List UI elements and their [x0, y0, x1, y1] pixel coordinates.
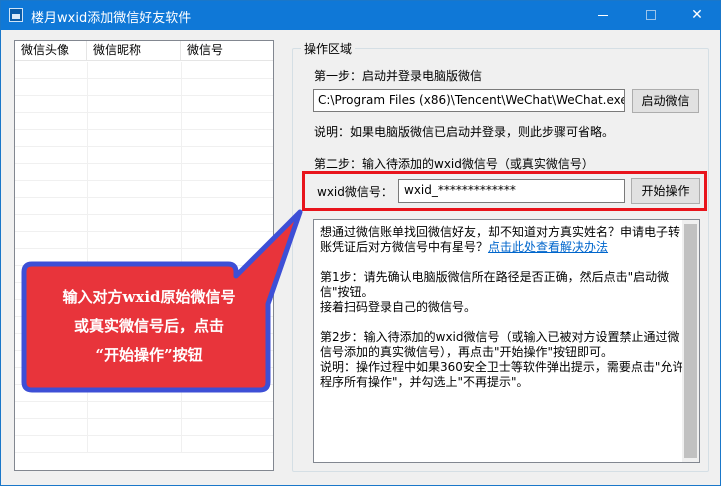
column-divider: [87, 266, 88, 283]
list-row[interactable]: [15, 181, 273, 198]
instructions-box[interactable]: 想通过微信账单找回微信好友，却不知道对方真实姓名？申请电子转账凭证后对方微信号中…: [313, 219, 700, 463]
minimize-button[interactable]: [580, 1, 626, 30]
list-row[interactable]: [15, 385, 273, 402]
callout-text: 输入对方wxid原始微信号 或真实微信号后，点击 “开始操作”按钮: [30, 283, 268, 370]
step1-instruction: 第1步：请先确认电脑版微信所在路径是否正确，然后点击"启动微信"按钮。: [320, 270, 670, 299]
column-header-nickname[interactable]: 微信昵称: [87, 41, 181, 61]
list-row[interactable]: [15, 419, 273, 436]
column-divider: [87, 249, 88, 266]
minimize-icon: [598, 14, 608, 16]
column-divider: [87, 402, 88, 419]
operation-group-title: 操作区域: [301, 40, 356, 57]
friend-list[interactable]: 微信头像 微信昵称 微信号: [14, 40, 274, 471]
maximize-icon: [646, 10, 656, 20]
list-row[interactable]: [15, 198, 273, 215]
column-divider: [181, 385, 182, 402]
column-divider: [87, 232, 88, 249]
column-divider: [87, 147, 88, 164]
column-divider: [181, 232, 182, 249]
column-divider: [181, 96, 182, 113]
column-divider: [181, 266, 182, 283]
app-icon: [9, 8, 23, 22]
column-divider: [87, 96, 88, 113]
column-divider: [181, 181, 182, 198]
list-row[interactable]: [15, 79, 273, 96]
list-row[interactable]: [15, 368, 273, 385]
column-divider: [181, 402, 182, 419]
step2-label: 第二步：输入待添加的wxid微信号（或真实微信号）: [314, 157, 594, 171]
column-divider: [87, 181, 88, 198]
app-window: 楼月wxid添加微信好友软件 ✕ 微信头像 微信昵称 微信号 操作区域 第一步：…: [0, 0, 721, 486]
column-divider: [181, 62, 182, 79]
step2-instruction: 第2步：输入待添加的wxid微信号（或输入已被对方设置禁止通过微信号添加的真实微…: [320, 330, 680, 359]
column-divider: [181, 368, 182, 385]
list-body[interactable]: [15, 62, 273, 470]
list-row[interactable]: [15, 164, 273, 181]
list-header: 微信头像 微信昵称 微信号: [15, 41, 273, 61]
column-divider: [181, 147, 182, 164]
list-row[interactable]: [15, 402, 273, 419]
callout-line-3: “开始操作”按钮: [95, 346, 203, 364]
column-divider: [181, 198, 182, 215]
callout-line-1: 输入对方wxid原始微信号: [62, 288, 236, 306]
column-divider: [87, 79, 88, 96]
column-divider: [87, 164, 88, 181]
scroll-thumb[interactable]: [684, 224, 697, 458]
step1-label: 第一步：启动并登录电脑版微信: [314, 69, 483, 83]
column-divider: [181, 419, 182, 436]
wxid-input[interactable]: wxid_*************: [398, 179, 625, 203]
list-row[interactable]: [15, 436, 273, 453]
column-divider: [181, 249, 182, 266]
list-row[interactable]: [15, 215, 273, 232]
column-divider: [181, 164, 182, 181]
start-operation-button[interactable]: 开始操作: [631, 178, 700, 204]
column-divider: [87, 436, 88, 453]
launch-wechat-button[interactable]: 启动微信: [632, 89, 699, 113]
window-title: 楼月wxid添加微信好友软件: [31, 11, 192, 26]
note-label: 说明：如果电脑版微信已启动并登录，则此步骤可省略。: [314, 125, 615, 139]
security-note: 说明：操作过程中如果360安全卫士等软件弹出提示，需要点击"允许程序所有操作"，…: [320, 360, 685, 389]
callout-line-2: 或真实微信号后，点击: [73, 317, 224, 335]
wxid-label: wxid微信号：: [317, 185, 393, 199]
step1-login-instruction: 接着扫码登录自己的微信号。: [320, 300, 477, 314]
column-divider: [87, 113, 88, 130]
wechat-path-field[interactable]: C:\Program Files (x86)\Tencent\WeChat\We…: [313, 89, 625, 112]
column-divider: [87, 215, 88, 232]
list-row[interactable]: [15, 266, 273, 283]
column-divider: [181, 130, 182, 147]
column-divider: [87, 368, 88, 385]
solution-link[interactable]: 点击此处查看解决办法: [488, 240, 608, 254]
title-bar[interactable]: 楼月wxid添加微信好友软件 ✕: [1, 1, 720, 30]
maximize-button: [628, 1, 674, 30]
column-header-avatar[interactable]: 微信头像: [15, 41, 87, 61]
column-divider: [181, 113, 182, 130]
column-divider: [181, 215, 182, 232]
list-row[interactable]: [15, 62, 273, 79]
instructions-scrollbar[interactable]: [682, 220, 699, 462]
column-header-wechat-id[interactable]: 微信号: [181, 41, 273, 61]
list-row[interactable]: [15, 130, 273, 147]
list-row[interactable]: [15, 113, 273, 130]
column-divider: [87, 385, 88, 402]
list-row[interactable]: [15, 249, 273, 266]
column-divider: [87, 62, 88, 79]
list-row[interactable]: [15, 147, 273, 164]
list-row[interactable]: [15, 96, 273, 113]
column-divider: [87, 419, 88, 436]
column-divider: [87, 130, 88, 147]
list-row[interactable]: [15, 232, 273, 249]
column-divider: [87, 198, 88, 215]
column-divider: [181, 436, 182, 453]
column-divider: [181, 79, 182, 96]
close-icon: ✕: [691, 7, 703, 23]
close-button[interactable]: ✕: [674, 1, 720, 30]
instructions-text: 想通过微信账单找回微信好友，却不知道对方真实姓名？申请电子转账凭证后对方微信号中…: [320, 225, 690, 390]
